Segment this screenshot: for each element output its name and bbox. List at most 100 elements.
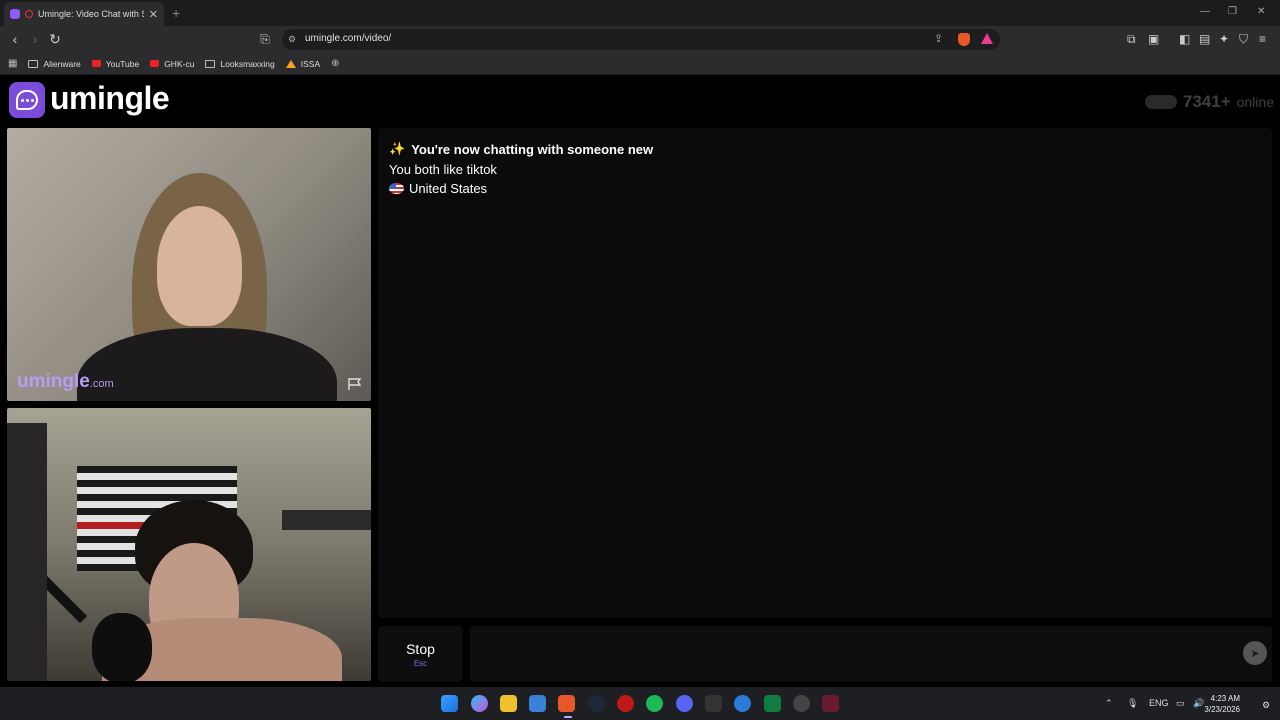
new-tab-button[interactable]: + [172,5,180,21]
online-label: online [1236,94,1274,110]
tab-search-icon[interactable]: ▣ [1148,32,1159,46]
stranger-face [157,206,242,326]
redapp-icon[interactable] [617,695,634,712]
bookmark-label: Looksmaxxing [220,58,275,69]
bookmark-label: ISSA [300,58,321,69]
wallet-icon[interactable]: ▤ [1199,32,1210,46]
back-icon[interactable]: ‹ [7,31,23,47]
language-indicator[interactable]: ENG [1149,698,1169,708]
wall-left [7,423,47,681]
stop-button[interactable]: Stop Esc [378,626,463,682]
vpn-icon[interactable]: ⛉ [1239,32,1248,47]
microphone [92,613,152,681]
send-icon[interactable]: ➤ [1243,641,1267,665]
site-info-icon[interactable]: ⚙ [288,34,296,45]
brave-shields-icon[interactable] [958,33,970,46]
leo-ai-icon[interactable]: ✦ [1219,32,1229,46]
maximize-icon[interactable]: ❐ [1228,6,1237,17]
us-flag-icon [389,183,404,194]
chat-country-text: United States [409,181,488,196]
browser-toolbar: ‹ › ↻ ⎘ ⚙ umingle.com/video/ ⇪ ⧉ ▣ ◧ ▤ ✦… [0,26,1280,53]
bookmark-label: GHK-cu [164,58,195,69]
brave-rewards-icon[interactable] [981,33,993,44]
umingle-logo-icon[interactable] [9,82,45,118]
tray-chevron-icon[interactable]: ⌃ [1105,698,1113,709]
windows-taskbar: ⌃ 🎙 ENG ▭ 🔊 4:23 AM 3/23/2026 ⚙ [0,687,1280,720]
minimize-icon[interactable]: — [1200,6,1210,17]
epic-launcher-icon[interactable] [822,695,839,712]
tab-umingle[interactable]: Umingle: Video Chat with Stra ✕ [4,2,164,26]
chat-panel: ✨ You're now chatting with someone new Y… [378,128,1272,618]
bookmarks-bar: ▦ Alienware YouTube GHK-cu Looksmaxxing … [0,53,1280,75]
chat-status-line: ✨ You're now chatting with someone new [389,141,1261,157]
spotify-icon[interactable] [646,695,663,712]
copilot-icon[interactable] [471,695,488,712]
url-text[interactable]: umingle.com/video/ [305,33,391,44]
umingle-favicon-icon [10,9,20,19]
bookmark-globe[interactable]: ⊕ [331,58,339,69]
umingle-watermark: umingle.com [17,371,114,392]
report-flag-icon[interactable] [347,377,363,391]
bluestacks-icon[interactable] [734,695,751,712]
folder-icon [205,59,216,68]
globe-icon: ⊕ [331,58,340,69]
stop-shortcut: Esc [413,658,428,668]
bookmark-ghk-cu[interactable]: GHK-cu [150,59,194,69]
tab-bar: Umingle: Video Chat with Stra ✕ + — ❐ ✕ [0,0,1280,26]
menu-icon[interactable]: ≡ [1259,32,1266,46]
discord-icon[interactable] [676,695,693,712]
mic-icon[interactable]: 🎙 [1127,698,1138,709]
volume-icon[interactable]: 🔊 [1193,698,1204,709]
chat-country-line: United States [389,181,1261,196]
close-tab-icon[interactable]: ✕ [149,8,158,21]
start-icon[interactable] [441,695,458,712]
site-logo-text[interactable]: umingle [50,80,170,117]
notification-icon[interactable]: ⚙ [1262,700,1270,711]
clock[interactable]: 4:23 AM 3/23/2026 [1204,693,1240,715]
bookmark-youtube[interactable]: YouTube [91,58,140,69]
apps-button[interactable]: ▦ [8,58,17,69]
chat-interest-text: You both like tiktok [389,162,497,177]
clock-time: 4:23 AM [1210,694,1240,703]
tab-title: Umingle: Video Chat with Stra [38,9,144,19]
message-input[interactable]: ➤ [470,626,1272,682]
steam-icon[interactable] [588,695,605,712]
online-count: 7341+ [1182,92,1231,111]
bookmark-label: YouTube [105,58,140,69]
bookmark-issa[interactable]: ISSA [285,58,321,69]
clock-date: 3/23/2026 [1204,705,1240,714]
bookmark-label: Alienware [43,58,81,69]
wall-shelf [282,510,371,530]
bookmark-icon[interactable]: ⎘ [257,31,273,47]
address-bar[interactable]: ⚙ umingle.com/video/ ⇪ [282,29,1000,50]
umingle-page: umingle 7341+ online umingle.com ✨ You'r… [0,76,1280,687]
sidebar-icon[interactable]: ◧ [1179,32,1190,46]
share-icon[interactable]: ⇪ [934,32,943,45]
youtube-icon [91,60,101,67]
bookmark-looksmaxxing[interactable]: Looksmaxxing [205,58,275,69]
stranger-video: umingle.com [7,128,371,401]
extensions-icon[interactable]: ⧉ [1127,32,1136,47]
settings-icon[interactable] [793,695,810,712]
file-explorer-icon[interactable] [500,695,517,712]
reload-icon[interactable]: ↻ [47,31,63,47]
forward-icon[interactable]: › [27,31,43,47]
store-icon[interactable] [529,695,546,712]
brave-icon[interactable] [558,695,575,712]
online-counter: 7341+ online [1144,92,1274,112]
active-indicator [564,716,572,718]
apps-grid-icon: ▦ [8,58,18,69]
folder-icon [28,59,39,68]
xbox-icon[interactable] [764,695,781,712]
sparkle-icon: ✨ [389,141,406,156]
stranger-body [77,328,337,401]
self-video [7,408,371,681]
network-icon[interactable]: ▭ [1176,698,1185,709]
close-window-icon[interactable]: ✕ [1257,6,1265,17]
epic-games-icon[interactable] [705,695,722,712]
online-toggle[interactable] [1144,95,1177,109]
recording-icon [25,10,33,18]
youtube-icon [150,60,160,67]
bookmark-alienware[interactable]: Alienware [28,58,81,69]
stop-label: Stop [406,640,435,657]
